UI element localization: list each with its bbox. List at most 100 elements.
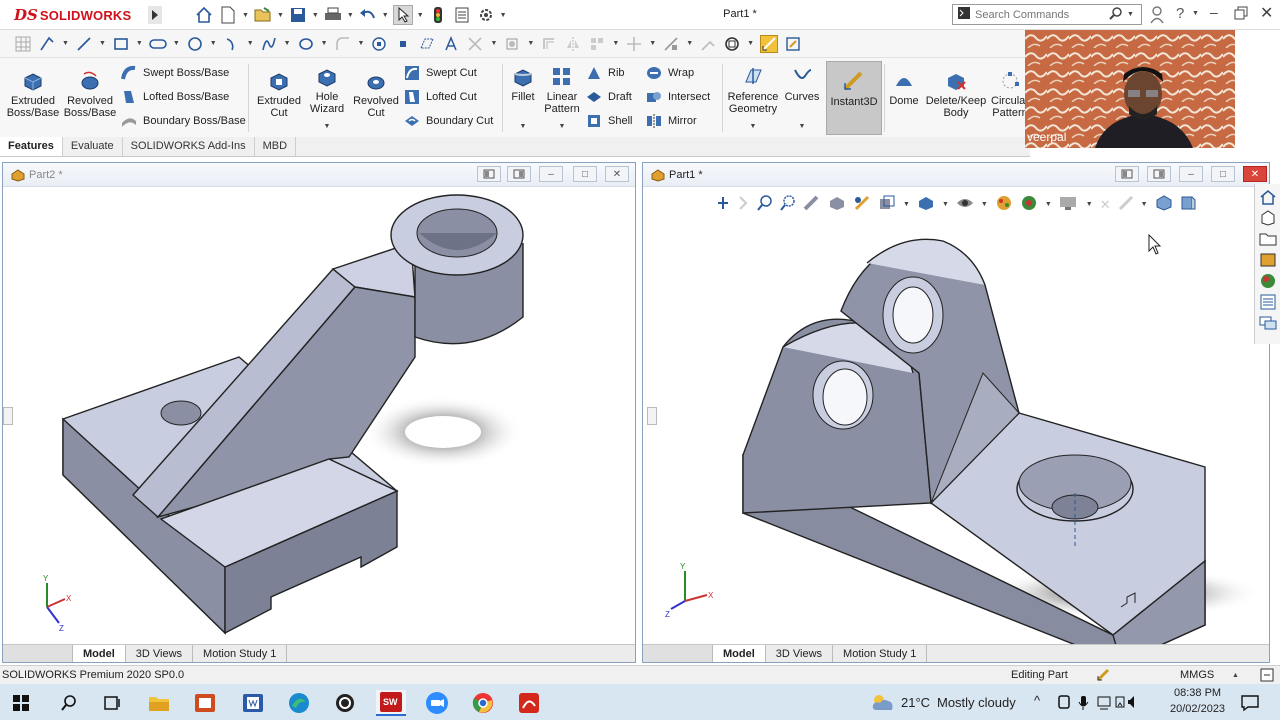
tab-solidworks-add-ins[interactable]: SOLIDWORKS Add-Ins bbox=[123, 137, 255, 156]
chevron-down-icon[interactable]: ▼ bbox=[210, 40, 217, 47]
tab-scroll-arrows[interactable] bbox=[643, 645, 713, 662]
extruded-boss-button[interactable]: Extruded Boss/Base bbox=[6, 70, 60, 119]
search-input[interactable] bbox=[975, 8, 1105, 21]
instant2d-icon[interactable] bbox=[760, 34, 779, 53]
section-arrow-icon[interactable] bbox=[738, 195, 750, 214]
appearances-icon[interactable] bbox=[1259, 273, 1277, 289]
chevron-down-icon[interactable]: ▼ bbox=[750, 121, 757, 133]
tab-motion-study[interactable]: Motion Study 1 bbox=[833, 645, 928, 662]
chevron-up-icon[interactable]: ^ bbox=[1034, 693, 1040, 708]
help-tooltip-icon[interactable] bbox=[1260, 668, 1274, 685]
linear-pattern-button[interactable]: Linear Pattern ▼ bbox=[542, 66, 582, 133]
swept-cut-button[interactable]: Swept Cut bbox=[404, 65, 477, 81]
edge-browser-icon[interactable] bbox=[286, 690, 312, 716]
view-cube-icon[interactable] bbox=[1155, 195, 1173, 214]
lofted-cut-button[interactable]: Lofted Cut bbox=[404, 89, 477, 105]
repair-sketch-icon[interactable] bbox=[699, 35, 717, 53]
swept-boss-button[interactable]: Swept Boss/Base bbox=[121, 65, 229, 81]
file-properties-icon[interactable] bbox=[452, 5, 472, 25]
rendering-tools-icon[interactable] bbox=[1180, 195, 1196, 214]
chevron-down-icon[interactable]: ▼ bbox=[686, 40, 693, 47]
arc-icon[interactable] bbox=[223, 35, 241, 53]
view-palette-icon[interactable] bbox=[1259, 252, 1277, 268]
solidworks-taskbar-icon[interactable]: SW bbox=[376, 690, 406, 716]
search-commands-box[interactable]: ▼ bbox=[952, 4, 1142, 25]
tile-right-icon[interactable] bbox=[1147, 166, 1171, 182]
tile-right-icon[interactable] bbox=[507, 166, 531, 182]
chevron-down-icon[interactable]: ▼ bbox=[520, 121, 527, 133]
minimize-window-icon[interactable]: – bbox=[1210, 4, 1218, 20]
view-orientation-icon[interactable] bbox=[878, 195, 896, 214]
edit-appearance-icon[interactable] bbox=[995, 195, 1013, 214]
bracket-model[interactable]: Y X Z bbox=[3, 187, 635, 645]
close-section-icon[interactable]: ✕ bbox=[1100, 197, 1111, 213]
sketch-fillet-icon[interactable] bbox=[334, 35, 352, 53]
quick-snaps-icon[interactable] bbox=[723, 35, 741, 53]
restore-window-icon[interactable] bbox=[1234, 6, 1248, 23]
grid-icon[interactable] bbox=[14, 35, 32, 53]
word-icon[interactable] bbox=[240, 690, 266, 716]
previous-view-icon[interactable] bbox=[715, 195, 731, 214]
linear-sketch-pattern-icon[interactable] bbox=[588, 35, 606, 53]
powerpoint-icon[interactable] bbox=[192, 690, 218, 716]
restore-viewport-icon[interactable]: □ bbox=[1211, 166, 1235, 182]
feature-tree-toggle[interactable] bbox=[3, 407, 13, 425]
solidworks-resources-icon[interactable] bbox=[1259, 189, 1277, 205]
fillet-button[interactable]: Fillet ▼ bbox=[506, 66, 540, 133]
chevron-down-icon[interactable]: ▼ bbox=[321, 40, 328, 47]
chevron-down-icon[interactable]: ▼ bbox=[242, 12, 249, 19]
chevron-down-icon[interactable]: ▼ bbox=[312, 12, 319, 19]
tab-scroll-arrows[interactable] bbox=[3, 645, 73, 662]
rebuild-icon[interactable] bbox=[428, 5, 448, 25]
chevron-down-icon[interactable]: ▼ bbox=[62, 40, 69, 47]
tab-model[interactable]: Model bbox=[73, 645, 126, 662]
system-tray-icons[interactable] bbox=[1058, 694, 1140, 713]
boundary-boss-button[interactable]: Boundary Boss/Base bbox=[121, 113, 246, 129]
windows-start-icon[interactable] bbox=[8, 690, 34, 716]
chevron-down-icon[interactable]: ▼ bbox=[347, 12, 354, 19]
trim-icon[interactable] bbox=[466, 35, 484, 53]
chevron-down-icon[interactable]: ▼ bbox=[612, 40, 619, 47]
solidworks-logo[interactable]: DS SOLIDWORKS bbox=[14, 6, 131, 24]
line-icon[interactable] bbox=[75, 35, 93, 53]
chevron-up-icon[interactable]: ▲ bbox=[1232, 672, 1239, 679]
revolved-boss-button[interactable]: Revolved Boss/Base bbox=[64, 70, 116, 119]
chevron-down-icon[interactable]: ▼ bbox=[324, 121, 331, 133]
chevron-down-icon[interactable]: ▼ bbox=[1192, 10, 1199, 17]
chevron-down-icon[interactable]: ▼ bbox=[173, 40, 180, 47]
chevron-down-icon[interactable]: ▼ bbox=[284, 40, 291, 47]
wrap-button[interactable]: Wrap bbox=[646, 65, 694, 81]
chevron-down-icon[interactable]: ▼ bbox=[500, 12, 507, 19]
weather-description[interactable]: Mostly cloudy bbox=[937, 695, 1016, 710]
chevron-down-icon[interactable]: ▼ bbox=[1141, 201, 1148, 208]
chevron-down-icon[interactable]: ▼ bbox=[1086, 201, 1093, 208]
clevis-bracket-model[interactable]: Y X Z bbox=[643, 223, 1269, 645]
tab-features[interactable]: Features bbox=[0, 137, 63, 156]
mirror-entities-icon[interactable] bbox=[564, 35, 582, 53]
point-icon[interactable] bbox=[394, 35, 412, 53]
chevron-down-icon[interactable]: ▼ bbox=[247, 40, 254, 47]
new-document-icon[interactable] bbox=[218, 5, 238, 25]
chevron-down-icon[interactable]: ▼ bbox=[1045, 201, 1052, 208]
circular-pattern-button[interactable]: Circular Pattern bbox=[990, 70, 1030, 119]
tab-mbd[interactable]: MBD bbox=[255, 137, 297, 156]
chevron-down-icon[interactable]: ▼ bbox=[417, 12, 424, 19]
close-window-icon[interactable]: ✕ bbox=[1260, 3, 1273, 23]
delete-keep-body-button[interactable]: Delete/Keep Body bbox=[924, 70, 988, 119]
rebuild-status-icon[interactable] bbox=[1096, 668, 1110, 685]
ellipse-icon[interactable] bbox=[297, 35, 315, 53]
chevron-down-icon[interactable]: ▼ bbox=[942, 201, 949, 208]
chevron-down-icon[interactable]: ▼ bbox=[559, 121, 566, 133]
display-style-icon[interactable] bbox=[917, 195, 935, 214]
revolved-cut-button[interactable]: Revolved Cut bbox=[350, 70, 402, 119]
shaded-sketch-contours-icon[interactable] bbox=[784, 35, 802, 53]
polygon-icon[interactable] bbox=[370, 35, 388, 53]
feature-tree-toggle[interactable] bbox=[647, 407, 657, 425]
boundary-cut-button[interactable]: Boundary Cut bbox=[404, 113, 493, 129]
viewport-part2[interactable]: Part2 * – □ ✕ Y X Z Model 3D Views Motio… bbox=[2, 162, 636, 663]
smart-dimension-icon[interactable] bbox=[38, 35, 56, 53]
chevron-down-icon[interactable]: ▼ bbox=[1127, 11, 1134, 18]
rib-button[interactable]: Rib bbox=[586, 65, 625, 81]
reference-geometry-button[interactable]: Reference Geometry ▼ bbox=[726, 66, 780, 133]
select-cursor-icon[interactable] bbox=[392, 5, 413, 25]
